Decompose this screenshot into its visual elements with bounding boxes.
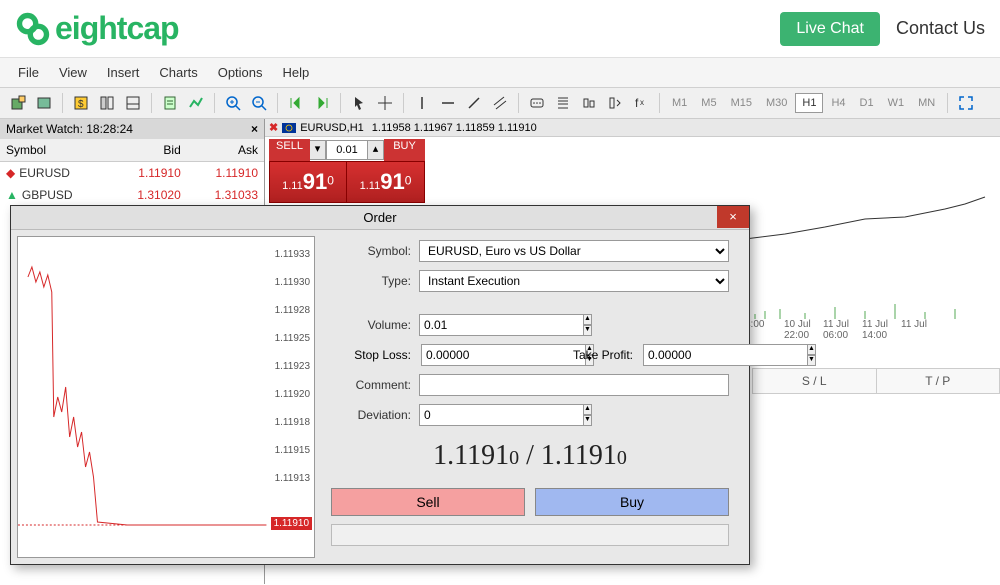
symbol-label: Symbol: [331, 244, 411, 258]
new-chart-icon[interactable] [6, 91, 30, 115]
templates-icon[interactable]: fx [629, 91, 653, 115]
order-chart: 1.11933 1.11930 1.11928 1.11925 1.11923 … [17, 236, 315, 558]
vertical-line-icon[interactable] [410, 91, 434, 115]
contact-us-link[interactable]: Contact Us [896, 18, 985, 39]
type-label: Type: [331, 274, 411, 288]
sell-button[interactable]: Sell [331, 488, 525, 516]
live-chat-button[interactable]: Live Chat [780, 12, 880, 46]
crosshair-icon[interactable] [373, 91, 397, 115]
zoom-in-icon[interactable] [221, 91, 245, 115]
menu-bar: File View Insert Charts Options Help [0, 58, 1000, 88]
tf-m1[interactable]: M1 [666, 94, 693, 112]
buy-button[interactable]: Buy [535, 488, 729, 516]
volume-label: Volume: [331, 318, 411, 332]
menu-insert[interactable]: Insert [99, 62, 148, 83]
deviation-up-icon[interactable]: ▲ [584, 404, 592, 415]
text-label-icon[interactable] [525, 91, 549, 115]
svg-text:$: $ [78, 99, 84, 110]
sltp-header: S / L T / P [752, 368, 1000, 394]
symbol-select[interactable]: EURUSD, Euro vs US Dollar [419, 240, 729, 262]
tp-up-icon[interactable]: ▲ [808, 344, 816, 355]
tf-h4[interactable]: H4 [825, 94, 851, 112]
menu-help[interactable]: Help [275, 62, 318, 83]
flag-icon [282, 123, 296, 133]
tp-header: T / P [877, 369, 1000, 393]
chart-tab: ✖ EURUSD,H1 1.11958 1.11967 1.11859 1.11… [265, 119, 1000, 137]
tp-down-icon[interactable]: ▼ [808, 355, 816, 366]
menu-charts[interactable]: Charts [151, 62, 205, 83]
chart-tab-label: EURUSD,H1 [300, 122, 364, 134]
volume-down-icon[interactable]: ▼ [584, 325, 592, 336]
menu-options[interactable]: Options [210, 62, 271, 83]
type-select[interactable]: Instant Execution [419, 270, 729, 292]
col-ask[interactable]: Ask [187, 139, 264, 162]
tf-m15[interactable]: M15 [725, 94, 758, 112]
tf-d1[interactable]: D1 [854, 94, 880, 112]
autotrading-icon[interactable] [184, 91, 208, 115]
new-order-icon[interactable] [158, 91, 182, 115]
brand-logo: eightcap [15, 10, 179, 47]
tf-w1[interactable]: W1 [882, 94, 911, 112]
sl-label: Stop Loss: [331, 348, 411, 362]
navigator-icon[interactable] [95, 91, 119, 115]
trendline-icon[interactable] [462, 91, 486, 115]
tp-input[interactable] [643, 344, 808, 366]
market-watch-close-icon[interactable]: × [251, 122, 258, 136]
table-row[interactable]: ◆EURUSD 1.11910 1.11910 [0, 162, 264, 185]
menu-view[interactable]: View [51, 62, 95, 83]
sl-header: S / L [753, 369, 877, 393]
deviation-label: Deviation: [331, 408, 411, 422]
profiles-icon[interactable] [32, 91, 56, 115]
terminal-icon[interactable] [121, 91, 145, 115]
deviation-down-icon[interactable]: ▼ [584, 415, 592, 426]
tf-m5[interactable]: M5 [695, 94, 722, 112]
cursor-icon[interactable] [347, 91, 371, 115]
deviation-input[interactable] [419, 404, 584, 426]
order-dialog: Order × 1.11933 1.11930 1.11928 1.11925 … [10, 205, 750, 565]
table-row[interactable]: ▲GBPUSD 1.31020 1.31033 [0, 184, 264, 206]
tf-mn[interactable]: MN [912, 94, 941, 112]
tf-m30[interactable]: M30 [760, 94, 793, 112]
fibonacci-icon[interactable] [551, 91, 575, 115]
comment-input[interactable] [419, 374, 729, 396]
horizontal-line-icon[interactable] [436, 91, 460, 115]
tf-h1[interactable]: H1 [795, 93, 823, 113]
dialog-title: Order [363, 210, 396, 225]
channel-icon[interactable] [488, 91, 512, 115]
periods-icon[interactable] [603, 91, 627, 115]
col-bid[interactable]: Bid [110, 139, 187, 162]
svg-text:x: x [640, 98, 644, 107]
svg-text:f: f [635, 96, 639, 110]
comment-label: Comment: [331, 378, 411, 392]
brand-name: eightcap [55, 10, 179, 47]
current-price-label: 1.11910 [271, 517, 312, 530]
price-display: 1.11910 / 1.11910 [331, 440, 729, 472]
indicators-icon[interactable] [577, 91, 601, 115]
col-symbol[interactable]: Symbol [0, 139, 110, 162]
market-watch-title: Market Watch: 18:28:24 [6, 122, 133, 136]
scroll-end-left-icon[interactable] [310, 91, 334, 115]
market-watch-table: Symbol Bid Ask ◆EURUSD 1.11910 1.11910 ▲… [0, 139, 264, 206]
market-watch-icon[interactable]: $ [69, 91, 93, 115]
volume-input[interactable] [419, 314, 584, 336]
time-axis: 4:00 10 Jul 22:00 11 Jul 06:00 11 Jul 14… [745, 319, 940, 334]
scroll-end-right-icon[interactable] [284, 91, 308, 115]
menu-file[interactable]: File [10, 62, 47, 83]
tp-label: Take Profit: [517, 348, 633, 362]
chart-tab-close-icon[interactable]: ✖ [269, 121, 278, 134]
fullscreen-icon[interactable] [954, 91, 978, 115]
eightcap-logo-icon [15, 11, 51, 47]
dialog-close-button[interactable]: × [717, 206, 749, 228]
status-bar [331, 524, 729, 546]
brand-header: eightcap Live Chat Contact Us [0, 0, 1000, 58]
zoom-out-icon[interactable] [247, 91, 271, 115]
volume-up-icon[interactable]: ▲ [584, 314, 592, 325]
chart-tab-ticks: 1.11958 1.11967 1.11859 1.11910 [372, 122, 537, 134]
toolbar: $ fx M1 M5 M15 M30 H1 H4 D1 W1 MN [0, 88, 1000, 119]
